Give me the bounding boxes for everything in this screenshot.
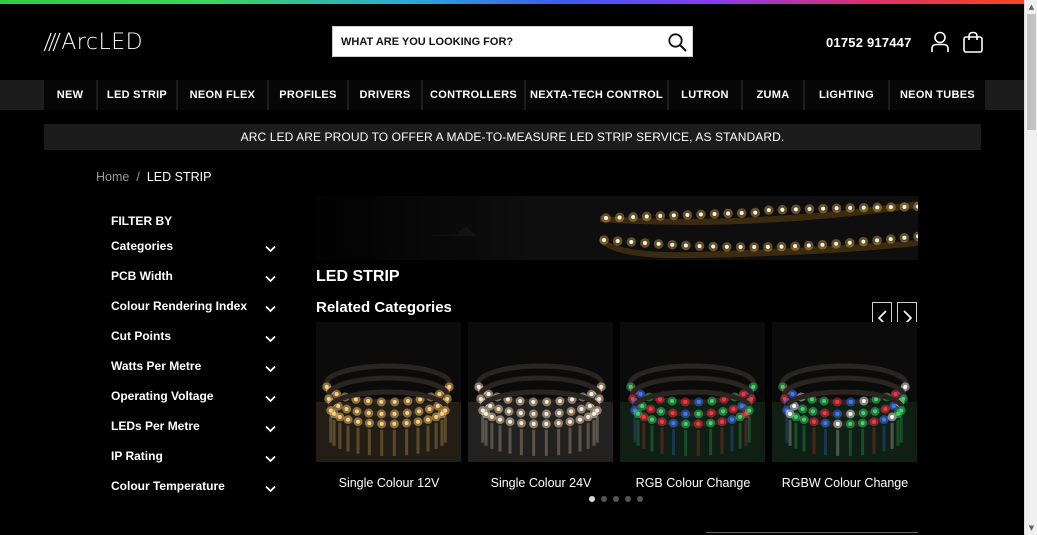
chevron-down-icon[interactable] <box>265 275 276 283</box>
carousel-dot[interactable] <box>613 496 619 502</box>
announcement-banner: ARC LED ARE PROUD TO OFFER A MADE-TO-MEA… <box>44 124 981 150</box>
logo-slashes: /// <box>43 29 59 55</box>
nav-item-led-strip[interactable]: LED STRIP <box>98 80 176 110</box>
category-card-single-colour-12v[interactable]: Single Colour 12V <box>316 322 461 490</box>
divider <box>706 532 918 533</box>
category-card-single-colour-24v[interactable]: Single Colour 24V <box>468 322 613 490</box>
filter-label: LEDs Per Metre <box>111 419 200 433</box>
filter-leds-per-metre[interactable]: LEDs Per Metre <box>111 419 276 449</box>
breadcrumb: Home / LED STRIP <box>96 170 211 184</box>
filter-operating-voltage[interactable]: Operating Voltage <box>111 389 276 419</box>
led-strip-neutral-image <box>468 363 613 462</box>
nav-item-profiles[interactable]: PROFILES <box>269 80 347 110</box>
filter-colour-temperature[interactable]: Colour Temperature <box>111 479 276 509</box>
scroll-down-icon[interactable]: ▼ <box>1025 522 1037 534</box>
category-card-image[interactable] <box>620 322 765 462</box>
phone-number[interactable]: 01752 917447 <box>826 35 912 50</box>
filter-ip-rating[interactable]: IP Rating <box>111 449 276 479</box>
carousel-dot[interactable] <box>601 496 607 502</box>
nav-item-controllers[interactable]: CONTROLLERS <box>423 80 524 110</box>
shopping-bag-icon[interactable] <box>962 31 984 53</box>
carousel-pagination <box>589 496 643 502</box>
main-navigation: NEW LED STRIP NEON FLEX PROFILES DRIVERS… <box>0 80 1024 110</box>
filter-watts-per-metre[interactable]: Watts Per Metre <box>111 359 276 389</box>
chevron-down-icon[interactable] <box>265 485 276 493</box>
filter-label: Colour Temperature <box>111 479 225 493</box>
filter-cut-points[interactable]: Cut Points <box>111 329 276 359</box>
nav-item-neon-flex[interactable]: NEON FLEX <box>178 80 267 110</box>
filter-categories[interactable]: Categories <box>111 239 276 269</box>
led-strip-rgb-image <box>620 363 765 462</box>
category-card-image[interactable] <box>772 322 917 462</box>
filter-label: Colour Rendering Index <box>111 299 248 313</box>
logo-text: ArcLED <box>61 29 144 55</box>
filter-pcb-width[interactable]: PCB Width <box>111 269 276 299</box>
nav-item-lighting[interactable]: LIGHTING <box>805 80 888 110</box>
search-bar <box>332 26 693 57</box>
scrollbar[interactable]: ▲ ▼ <box>1024 0 1037 535</box>
filter-label: Categories <box>111 239 174 253</box>
top-rainbow-bar <box>0 0 1024 4</box>
carousel-dot[interactable] <box>589 496 595 502</box>
filter-label: Cut Points <box>111 329 171 343</box>
category-card-rgbw-colour-change[interactable]: RGBW Colour Change <box>772 322 917 490</box>
search-icon[interactable] <box>667 32 687 52</box>
filter-label: IP Rating <box>111 449 163 463</box>
breadcrumb-current: LED STRIP <box>146 170 212 184</box>
site-logo[interactable]: /// ArcLED <box>43 28 144 56</box>
nav-item-neon-tubes[interactable]: NEON TUBES <box>890 80 985 110</box>
search-input[interactable] <box>333 27 653 56</box>
breadcrumb-separator: / <box>136 170 140 184</box>
category-card-label[interactable]: Single Colour 12V <box>304 476 474 490</box>
filter-label: PCB Width <box>111 269 173 283</box>
chevron-down-icon[interactable] <box>265 455 276 463</box>
chevron-down-icon[interactable] <box>265 365 276 373</box>
breadcrumb-home[interactable]: Home <box>96 170 129 184</box>
carousel-dot[interactable] <box>625 496 631 502</box>
related-categories-title: Related Categories <box>316 299 452 316</box>
chevron-down-icon[interactable] <box>265 305 276 313</box>
chevron-down-icon[interactable] <box>265 245 276 253</box>
category-hero-image <box>316 196 918 260</box>
scroll-up-icon[interactable]: ▲ <box>1025 1 1037 13</box>
nav-item-new[interactable]: NEW <box>44 80 96 110</box>
category-card-rgb-colour-change[interactable]: RGB Colour Change <box>620 322 765 490</box>
category-title: LED STRIP <box>316 268 400 285</box>
scrollbar-thumb[interactable] <box>1027 14 1036 130</box>
category-card-label[interactable]: RGBW Colour Change <box>760 476 930 490</box>
nav-item-zuma[interactable]: ZUMA <box>743 80 803 110</box>
carousel-dot[interactable] <box>637 496 643 502</box>
chevron-down-icon[interactable] <box>265 335 276 343</box>
nav-item-drivers[interactable]: DRIVERS <box>349 80 421 110</box>
led-strip-rgbw-image <box>772 363 917 462</box>
filter-label: Watts Per Metre <box>111 359 202 373</box>
led-strip-hero-graphic <box>316 196 918 260</box>
filter-heading: FILTER BY <box>111 214 173 228</box>
chevron-down-icon[interactable] <box>265 395 276 403</box>
category-card-label[interactable]: Single Colour 24V <box>456 476 626 490</box>
user-icon[interactable] <box>930 31 950 53</box>
filter-list: Categories PCB Width Colour Rendering In… <box>111 239 276 509</box>
category-card-image[interactable] <box>316 322 461 462</box>
nav-item-lutron[interactable]: LUTRON <box>669 80 741 110</box>
filter-colour-rendering-index[interactable]: Colour Rendering Index <box>111 299 276 329</box>
category-card-image[interactable] <box>468 322 613 462</box>
led-strip-warm-image <box>316 363 461 462</box>
chevron-down-icon[interactable] <box>265 425 276 433</box>
nav-item-nexta-tech-control[interactable]: NEXTA-TECH CONTROL <box>526 80 667 110</box>
filter-label: Operating Voltage <box>111 389 214 403</box>
category-card-label[interactable]: RGB Colour Change <box>608 476 778 490</box>
